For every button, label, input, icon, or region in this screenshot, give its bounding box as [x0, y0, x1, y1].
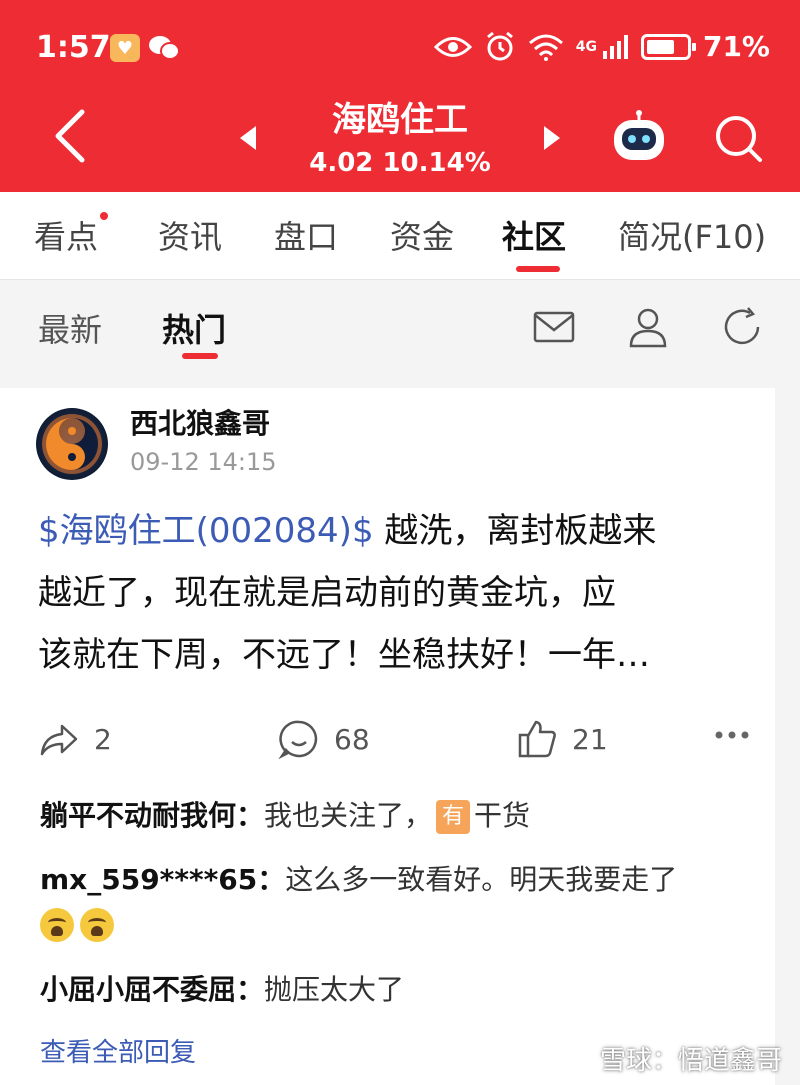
refresh-icon[interactable]	[720, 305, 764, 349]
like-button[interactable]: 21	[516, 718, 608, 760]
status-notification-icons: ♥	[110, 34, 180, 62]
back-icon[interactable]	[48, 108, 92, 164]
tab-active-underline	[516, 266, 560, 272]
share-icon	[40, 724, 78, 756]
post-text-line1: 越洗，离封板越来	[373, 511, 657, 551]
thumbs-up-icon	[518, 720, 556, 758]
stock-price-change: 4.02 10.14%	[309, 148, 491, 178]
wechat-icon	[148, 34, 180, 62]
post-card[interactable]: 西北狼鑫哥 09-12 14:15 $海鸥住工(002084)$ 越洗，离封板越…	[0, 388, 775, 1085]
post-text-line2: 越近了，现在就是启动前的黄金坑，应	[38, 573, 616, 613]
battery-icon	[640, 33, 696, 60]
stock-tag-link[interactable]: $海鸥住工(002084)$	[38, 511, 374, 551]
subtab-active-underline	[182, 353, 218, 359]
crying-emoji-icon	[40, 908, 74, 942]
search-icon[interactable]	[712, 112, 764, 164]
post-content[interactable]: $海鸥住工(002084)$ 越洗，离封板越来 越近了，现在就是启动前的黄金坑，…	[38, 500, 758, 686]
comment-button[interactable]: 68	[278, 718, 370, 760]
comment-icon	[278, 720, 318, 760]
post-text-line3: 该就在下周，不远了！坐稳扶好！一年…	[38, 635, 650, 675]
status-right-icons: 4G 71%	[433, 30, 770, 63]
reply-author[interactable]: 小屈小屈不委屈：	[40, 973, 264, 1006]
post-time: 09-12 14:15	[130, 448, 277, 476]
next-stock-icon[interactable]	[542, 124, 562, 152]
main-tab-bar: 看点 资讯 盘口 资金 社区 简况(F10)	[0, 192, 800, 280]
heart-app-icon: ♥	[110, 34, 140, 62]
comment-count: 68	[334, 722, 370, 756]
sub-tab-bar: 最新 热门	[0, 281, 800, 381]
stock-name: 海鸥住工	[332, 100, 468, 140]
crying-emoji-icon	[80, 908, 114, 942]
reply-text: 这么多一致看好。明天我要走了	[285, 863, 678, 896]
alarm-icon	[486, 31, 513, 60]
subtab-hot[interactable]: 热门	[162, 305, 226, 351]
reply-item[interactable]: 小屈小屈不委屈：抛压太大了	[40, 968, 740, 1012]
tab-profile-f10[interactable]: 简况(F10)	[618, 212, 766, 258]
reply-item[interactable]: 躺平不动耐我何：我也关注了，有干货	[40, 794, 740, 838]
app-header: 1:57 ♥ 4G 71% 海鸥住工 4.02 10.14%	[0, 0, 800, 192]
eye-icon	[433, 36, 472, 57]
tab-kandian[interactable]: 看点	[34, 212, 98, 258]
mail-icon[interactable]	[532, 305, 576, 349]
wifi-icon	[528, 34, 563, 61]
tab-orderbook[interactable]: 盘口	[274, 212, 338, 258]
you-badge: 有	[436, 800, 471, 834]
reply-author[interactable]: mx_559****65：	[40, 863, 285, 896]
subtab-latest[interactable]: 最新	[38, 305, 102, 351]
share-count: 2	[94, 722, 112, 756]
reply-author[interactable]: 躺平不动耐我何：	[40, 799, 264, 832]
share-button[interactable]: 2	[38, 718, 112, 760]
tab-funds[interactable]: 资金	[390, 212, 454, 258]
author-avatar[interactable]	[36, 408, 108, 480]
robot-assistant-icon[interactable]	[610, 110, 668, 162]
reply-item[interactable]: mx_559****65：这么多一致看好。明天我要走了	[40, 858, 740, 946]
status-time: 1:57	[36, 30, 111, 65]
reply-text: 抛压太大了	[264, 973, 405, 1006]
tab-news[interactable]: 资讯	[158, 212, 222, 258]
tab-community[interactable]: 社区	[502, 212, 566, 258]
reply-text-tail: 干货	[474, 799, 531, 832]
battery-fill	[646, 39, 674, 54]
network-type: 4G	[575, 38, 597, 55]
like-count: 21	[572, 722, 608, 756]
signal-icon	[602, 34, 628, 59]
reply-text: 我也关注了，	[264, 799, 433, 832]
user-icon[interactable]	[626, 305, 670, 349]
more-options-icon[interactable]	[714, 730, 750, 740]
tab-new-dot	[100, 212, 108, 220]
xueqiu-watermark: 雪球：悟道鑫哥	[599, 1046, 782, 1076]
view-all-replies-link[interactable]: 查看全部回复	[40, 1032, 196, 1069]
battery-percent: 71%	[702, 30, 770, 63]
author-name[interactable]: 西北狼鑫哥	[130, 402, 270, 442]
